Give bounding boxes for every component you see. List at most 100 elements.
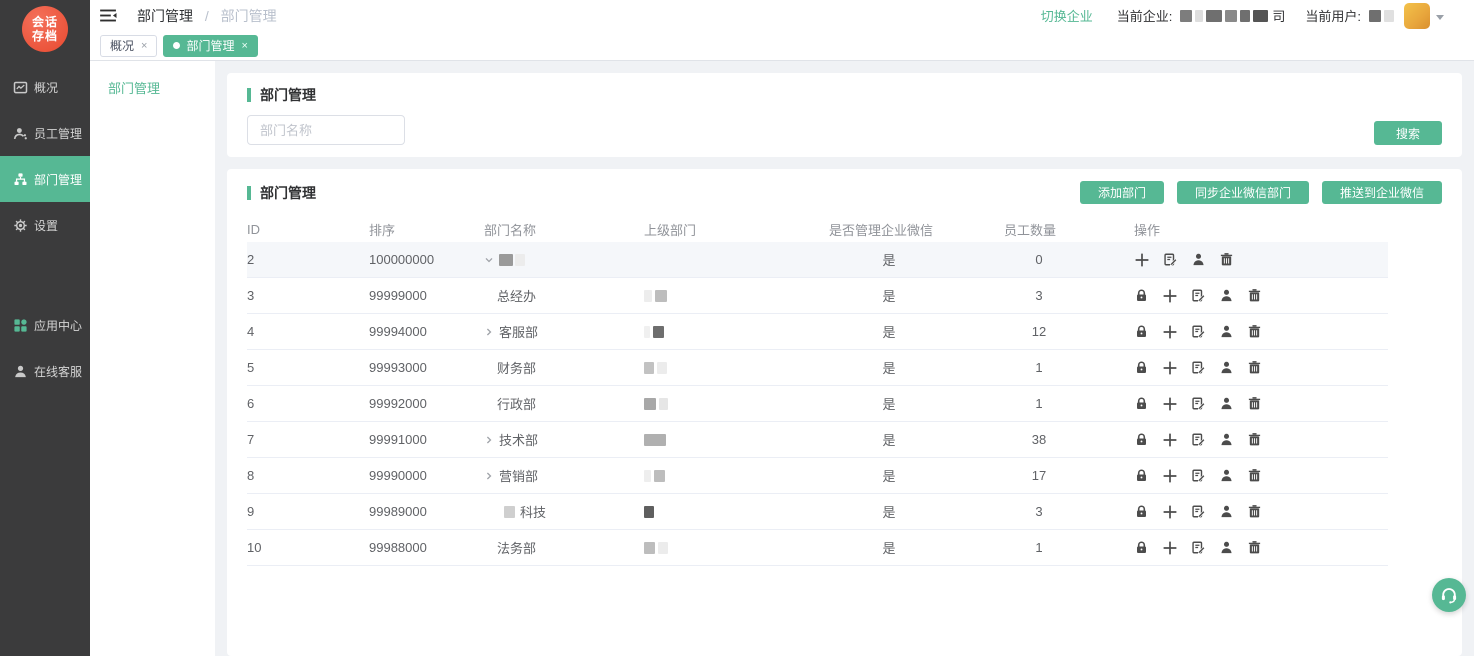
user-avatar[interactable] bbox=[1404, 3, 1430, 29]
trash-icon[interactable] bbox=[1247, 324, 1262, 339]
table-body: 2 100000000 是 0 3 99999000 总经办 是 3 4 999… bbox=[247, 242, 1388, 566]
trash-icon[interactable] bbox=[1247, 432, 1262, 447]
close-tab-icon[interactable]: × bbox=[241, 40, 247, 52]
plus-icon[interactable] bbox=[1162, 324, 1178, 340]
cell-actions bbox=[1134, 396, 1388, 412]
sidebar-item-service[interactable]: 在线客服 bbox=[0, 348, 90, 394]
cell-actions bbox=[1134, 468, 1388, 484]
redacted-block bbox=[515, 254, 525, 266]
lock-icon[interactable] bbox=[1134, 360, 1149, 375]
trash-icon[interactable] bbox=[1247, 504, 1262, 519]
edit-icon[interactable] bbox=[1191, 288, 1206, 303]
redacted-block bbox=[1369, 10, 1381, 22]
gear-icon bbox=[13, 218, 28, 233]
user-icon[interactable] bbox=[1219, 540, 1234, 555]
plus-icon[interactable] bbox=[1162, 540, 1178, 556]
tab-部门管理[interactable]: 部门管理 × bbox=[163, 35, 257, 57]
department-name-input[interactable] bbox=[247, 115, 405, 145]
edit-icon[interactable] bbox=[1191, 396, 1206, 411]
close-tab-icon[interactable]: × bbox=[141, 40, 147, 52]
sidebar-item-org[interactable]: 部门管理 bbox=[0, 156, 90, 202]
add-department-button[interactable]: 添加部门 bbox=[1080, 181, 1164, 204]
table-card-title: 部门管理 bbox=[247, 183, 316, 203]
trash-icon[interactable] bbox=[1247, 288, 1262, 303]
sidebar-item-chart[interactable]: 概况 bbox=[0, 64, 90, 110]
cell-department-name: 技术部 bbox=[484, 430, 629, 449]
user-icon[interactable] bbox=[1219, 360, 1234, 375]
breadcrumb-separator: / bbox=[205, 8, 209, 24]
lock-icon[interactable] bbox=[1134, 288, 1149, 303]
user-icon[interactable] bbox=[1219, 504, 1234, 519]
col-id: ID bbox=[247, 222, 369, 237]
push-to-wecom-button[interactable]: 推送到企业微信 bbox=[1322, 181, 1442, 204]
collapse-menu-icon[interactable] bbox=[100, 9, 117, 22]
plus-icon[interactable] bbox=[1162, 432, 1178, 448]
trash-icon[interactable] bbox=[1219, 252, 1234, 267]
lock-icon[interactable] bbox=[1134, 396, 1149, 411]
cell-id: 10 bbox=[247, 540, 369, 555]
redacted-block bbox=[1195, 10, 1203, 22]
sync-wecom-departments-button[interactable]: 同步企业微信部门 bbox=[1177, 181, 1309, 204]
plus-icon[interactable] bbox=[1162, 504, 1178, 520]
trash-icon[interactable] bbox=[1247, 396, 1262, 411]
lock-icon[interactable] bbox=[1134, 540, 1149, 555]
user-icon[interactable] bbox=[1219, 324, 1234, 339]
edit-icon[interactable] bbox=[1163, 252, 1178, 267]
cell-actions bbox=[1134, 540, 1388, 556]
cell-department-name: 营销部 bbox=[484, 466, 629, 485]
cell-parent-department bbox=[629, 290, 829, 302]
user-icon[interactable] bbox=[1191, 252, 1206, 267]
secondary-sidebar: 部门管理 bbox=[90, 61, 215, 656]
content-row: 部门管理 部门管理 搜索 bbox=[90, 61, 1474, 656]
tree-expand-icon[interactable] bbox=[484, 327, 499, 337]
tree-expand-icon[interactable] bbox=[484, 435, 499, 445]
lock-icon[interactable] bbox=[1134, 432, 1149, 447]
sidebar-item-gear[interactable]: 设置 bbox=[0, 202, 90, 248]
plus-icon[interactable] bbox=[1162, 288, 1178, 304]
redacted-block bbox=[655, 290, 667, 302]
lock-icon[interactable] bbox=[1134, 504, 1149, 519]
chart-icon bbox=[13, 80, 28, 95]
switch-company-link[interactable]: 切换企业 bbox=[1041, 6, 1093, 25]
col-name: 部门名称 bbox=[484, 220, 629, 239]
cell-sort: 99991000 bbox=[369, 432, 484, 447]
breadcrumb: 部门管理 / 部门管理 bbox=[137, 6, 277, 26]
cell-wecom-managed: 是 bbox=[829, 502, 949, 521]
cell-parent-department bbox=[629, 542, 829, 554]
user-menu-caret-icon[interactable] bbox=[1436, 15, 1444, 20]
tree-collapse-icon[interactable] bbox=[484, 255, 499, 265]
tab-概况[interactable]: 概况 × bbox=[100, 35, 157, 57]
edit-icon[interactable] bbox=[1191, 540, 1206, 555]
edit-icon[interactable] bbox=[1191, 432, 1206, 447]
breadcrumb-root[interactable]: 部门管理 bbox=[137, 8, 193, 24]
sidebar-item-apps[interactable]: 应用中心 bbox=[0, 302, 90, 348]
plus-icon[interactable] bbox=[1162, 396, 1178, 412]
cell-wecom-managed: 是 bbox=[829, 430, 949, 449]
trash-icon[interactable] bbox=[1247, 540, 1262, 555]
user-icon[interactable] bbox=[1219, 288, 1234, 303]
user-icon[interactable] bbox=[1219, 432, 1234, 447]
trash-icon[interactable] bbox=[1247, 468, 1262, 483]
user-icon[interactable] bbox=[1219, 468, 1234, 483]
tree-expand-icon[interactable] bbox=[484, 471, 499, 481]
cell-employee-count: 3 bbox=[1004, 504, 1074, 519]
lock-icon[interactable] bbox=[1134, 324, 1149, 339]
sidebar-menu: 概况 员工管理 部门管理 设置 应用中心 在线客服 bbox=[0, 64, 90, 394]
edit-icon[interactable] bbox=[1191, 324, 1206, 339]
redacted-block bbox=[659, 398, 668, 410]
user-icon[interactable] bbox=[1219, 396, 1234, 411]
trash-icon[interactable] bbox=[1247, 360, 1262, 375]
online-service-float-button[interactable] bbox=[1432, 578, 1466, 612]
table-row: 5 99993000 财务部 是 1 bbox=[247, 350, 1388, 386]
edit-icon[interactable] bbox=[1191, 360, 1206, 375]
plus-icon[interactable] bbox=[1162, 360, 1178, 376]
edit-icon[interactable] bbox=[1191, 504, 1206, 519]
plus-icon[interactable] bbox=[1134, 252, 1150, 268]
edit-icon[interactable] bbox=[1191, 468, 1206, 483]
lock-icon[interactable] bbox=[1134, 468, 1149, 483]
submenu-item-department[interactable]: 部门管理 bbox=[90, 71, 215, 107]
cell-department-name: 行政部 bbox=[484, 394, 629, 413]
search-button[interactable]: 搜索 bbox=[1374, 121, 1442, 145]
plus-icon[interactable] bbox=[1162, 468, 1178, 484]
sidebar-item-employees[interactable]: 员工管理 bbox=[0, 110, 90, 156]
